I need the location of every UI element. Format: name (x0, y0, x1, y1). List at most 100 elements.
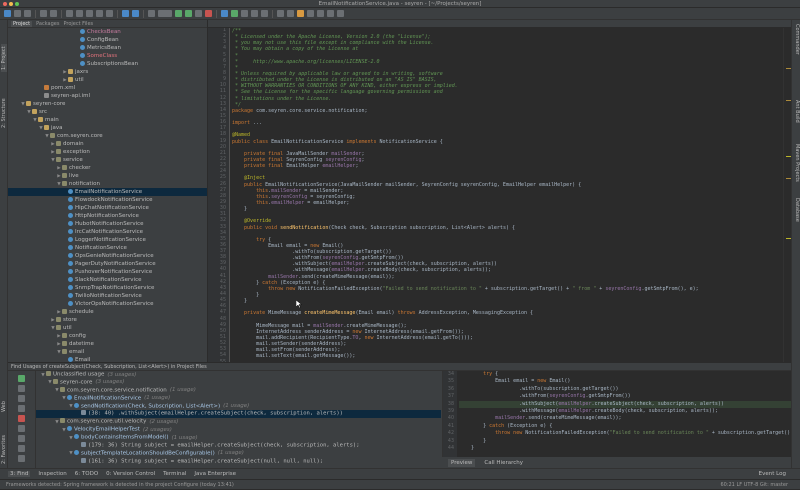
project-tree-item[interactable]: seyren-api.iml (8, 92, 207, 100)
project-tree-item[interactable]: HttpNotificationService (8, 212, 207, 220)
usage-tree-item[interactable]: ▼ VelocityEmailHelperTest (2 usages) (36, 426, 441, 434)
tab-version-control[interactable]: 0: Version Control (106, 471, 155, 477)
project-tree-item[interactable]: HipChatNotificationService (8, 204, 207, 212)
usage-tree-item[interactable]: ▼ bodyContainsItemsFromModel() (1 usage) (36, 434, 441, 442)
undo-icon[interactable] (40, 10, 47, 17)
cut-icon[interactable] (66, 10, 73, 17)
project-tree-item[interactable]: ▼ main (8, 116, 207, 124)
project-tree-item[interactable]: ▶ config (8, 332, 207, 340)
vcs-update-icon[interactable] (221, 10, 228, 17)
tab-todo[interactable]: 6: TODO (75, 471, 98, 477)
project-tree-item[interactable]: ▶ jaxrs (8, 68, 207, 76)
find-icon[interactable] (96, 10, 103, 17)
favorites-tool-tab[interactable]: 2: Favorites (1, 435, 7, 464)
project-tree-item[interactable]: OpsGenieNotificationService (8, 252, 207, 260)
project-tree-item[interactable]: ▶ datetime (8, 340, 207, 348)
database-tool-icon[interactable] (327, 10, 334, 17)
pin-icon[interactable] (18, 415, 25, 422)
project-tree-item[interactable]: ▼ util (8, 324, 207, 332)
project-tool-tab[interactable]: 1: Project (1, 44, 7, 72)
project-tree-item[interactable]: ▶ exception (8, 148, 207, 156)
project-tree-item[interactable]: PagerDutyNotificationService (8, 260, 207, 268)
project-tree-item[interactable]: ▶ util (8, 76, 207, 84)
project-tree-item[interactable]: ChecksBean (8, 28, 207, 36)
project-tree-item[interactable]: EmailNotificationService (8, 188, 207, 196)
usage-tree-item[interactable]: ▼ com.seyren.core.util.velocity (2 usages) (36, 418, 441, 426)
run-icon[interactable] (175, 10, 182, 17)
project-tree-item[interactable]: ▶ checker (8, 164, 207, 172)
project-tree-item[interactable]: SubscriptionsBean (8, 60, 207, 68)
project-tree-item[interactable]: ▶ schedule (8, 308, 207, 316)
database-tool-tab[interactable]: Database (794, 198, 800, 222)
paste-icon[interactable] (86, 10, 93, 17)
project-tree-item[interactable]: ▼ com.seyren.core (8, 132, 207, 140)
project-tree-item[interactable]: NotificationService (8, 244, 207, 252)
usage-tree-item[interactable]: ▼ EmailNotificationService (1 usage) (36, 394, 441, 403)
close-find-icon[interactable] (18, 385, 25, 392)
tab-call-hierarchy[interactable]: Call Hierarchy (481, 459, 526, 467)
make-icon[interactable] (148, 10, 155, 17)
coverage-icon[interactable] (195, 10, 202, 17)
rerun-icon[interactable] (18, 375, 25, 382)
project-tree-item[interactable]: SnmpTrapNotificationService (8, 284, 207, 292)
export-icon[interactable] (18, 445, 25, 452)
usage-tree-item[interactable]: (161: 36) String subject = emailHelper.c… (36, 457, 441, 466)
expand-all-icon[interactable] (18, 395, 25, 402)
vcs-history-icon[interactable] (251, 10, 258, 17)
usage-tree-item[interactable]: ▼ com.seyren.core.service.notification (1 … (36, 386, 441, 395)
project-tree-item[interactable]: ▼ src (8, 108, 207, 116)
tab-preview[interactable]: Preview (448, 459, 476, 467)
project-tree-item[interactable]: IrcCatNotificationService (8, 228, 207, 236)
usage-tree-item[interactable]: ▼ subjectTemplateLocationShouldBeConfigur… (36, 449, 441, 458)
project-structure-icon[interactable] (287, 10, 294, 17)
tab-java-enterprise[interactable]: Java Enterprise (194, 471, 236, 477)
collapse-all-icon[interactable] (18, 405, 25, 412)
project-tree-item[interactable]: ▶ live (8, 172, 207, 180)
maven-tool-tab[interactable]: Maven Projects (794, 144, 800, 182)
project-tree-item[interactable]: ▼ email (8, 348, 207, 356)
tab-find[interactable]: 3: Find (8, 471, 31, 477)
back-icon[interactable] (122, 10, 129, 17)
replace-icon[interactable] (106, 10, 113, 17)
previous-occurrence-icon[interactable] (18, 425, 25, 432)
project-tree-item[interactable]: FlowdockNotificationService (8, 196, 207, 204)
commander-tool-tab[interactable]: Commander (794, 24, 800, 55)
project-tree-item[interactable]: VictorOpsNotificationService (8, 300, 207, 308)
save-icon[interactable] (14, 10, 21, 17)
help-icon[interactable] (307, 10, 314, 17)
run-config-icon[interactable] (158, 10, 172, 17)
project-tree-item[interactable]: ▼ seyren-core (8, 100, 207, 108)
sdk-icon[interactable] (297, 10, 304, 17)
usage-tree-item[interactable]: ▼ Unclassified usage (3 usages) (36, 371, 441, 379)
code-area[interactable]: /** * Licensed under the Apache License,… (232, 28, 772, 362)
vcs-compare-icon[interactable] (241, 10, 248, 17)
status-message[interactable]: Frameworks detected: Spring framework is… (6, 482, 234, 488)
redo-icon[interactable] (50, 10, 57, 17)
project-tree-item[interactable]: TwilioNotificationService (8, 292, 207, 300)
tab-project[interactable]: Project (11, 20, 33, 27)
project-tree-item[interactable]: ▼ notification (8, 180, 207, 188)
event-log-button[interactable]: Event Log (759, 471, 786, 477)
tab-terminal[interactable]: Terminal (163, 471, 186, 477)
usage-tree-item[interactable]: ▼ sendNotification(Check, Subscription, L… (36, 402, 441, 411)
tab-packages[interactable]: Packages (36, 21, 59, 27)
settings-icon[interactable] (277, 10, 284, 17)
structure-tool-tab[interactable]: 2: Structure (1, 98, 7, 128)
stop-icon[interactable] (205, 10, 212, 17)
ant-build-tool-tab[interactable]: Ant Build (794, 100, 800, 123)
next-occurrence-icon[interactable] (18, 435, 25, 442)
error-stripe[interactable] (783, 28, 791, 362)
project-tree-item[interactable]: ▶ domain (8, 140, 207, 148)
project-tree-item[interactable]: ▶ store (8, 316, 207, 324)
project-tree-item[interactable]: LoggerNotificationService (8, 236, 207, 244)
help-find-icon[interactable] (18, 455, 25, 462)
open-icon[interactable] (4, 10, 11, 17)
project-tree-item[interactable]: ▼ java (8, 124, 207, 132)
web-tool-tab[interactable]: Web (1, 401, 7, 412)
vcs-revert-icon[interactable] (261, 10, 268, 17)
project-tree-item[interactable]: SlackNotificationService (8, 276, 207, 284)
forward-icon[interactable] (132, 10, 139, 17)
vcs-commit-icon[interactable] (231, 10, 238, 17)
jira-icon[interactable] (317, 10, 324, 17)
tasks-icon[interactable] (337, 10, 344, 17)
